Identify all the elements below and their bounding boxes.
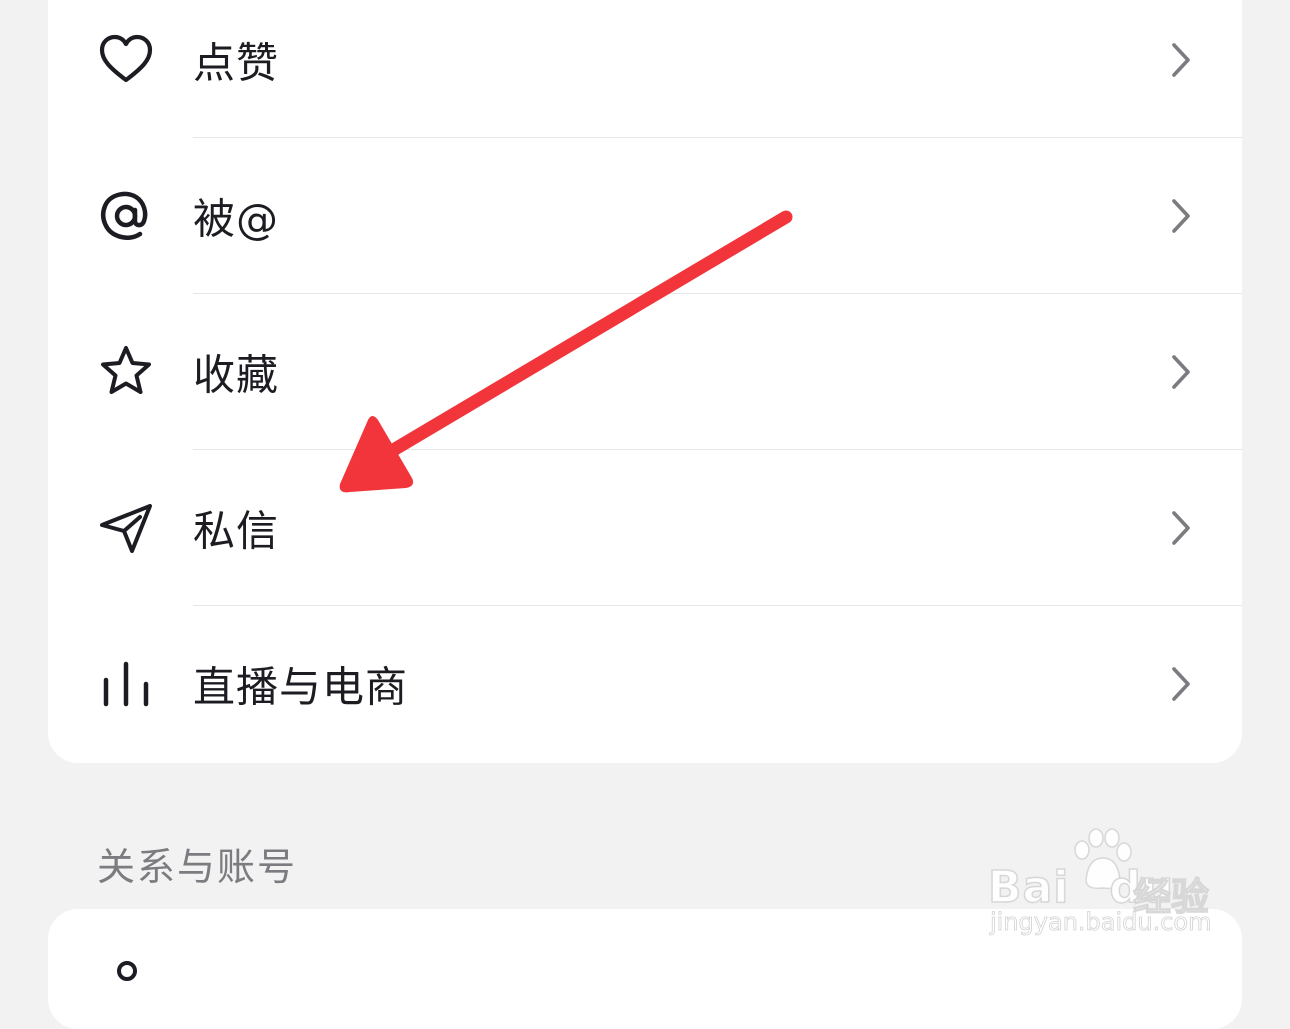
menu-item-mentions[interactable]: 被@ [48,138,1242,294]
chevron-right-icon [1168,196,1194,236]
star-icon [96,342,156,402]
menu-item-label: 私信 [193,506,280,556]
menu-item-likes[interactable]: 点赞 [48,0,1242,138]
watermark-url: jingyan.baidu.com [990,908,1212,937]
chevron-right-icon [1168,40,1194,80]
chevron-right-icon [1168,508,1194,548]
chevron-right-icon [1168,664,1194,704]
at-icon [96,186,156,246]
menu-item-messages[interactable]: 私信 [48,450,1242,606]
person-icon [110,957,144,991]
baidu-jingyan-watermark: Bai du 经验 jingyan.baidu.com [987,828,1228,940]
heart-icon [96,30,156,90]
notification-settings-card: 点赞 被@ 收藏 私信 直播与电商 [48,0,1242,763]
menu-item-label: 点赞 [193,38,280,88]
menu-item-label: 被@ [193,194,280,244]
menu-item-live-commerce[interactable]: 直播与电商 [48,606,1242,762]
menu-item-label: 直播与电商 [193,662,409,712]
menu-item-favorites[interactable]: 收藏 [48,294,1242,450]
menu-item-label: 收藏 [193,350,280,400]
paper-plane-icon [96,498,156,558]
section-title: 关系与账号 [97,845,298,889]
live-bars-icon [96,654,156,714]
chevron-right-icon [1168,352,1194,392]
